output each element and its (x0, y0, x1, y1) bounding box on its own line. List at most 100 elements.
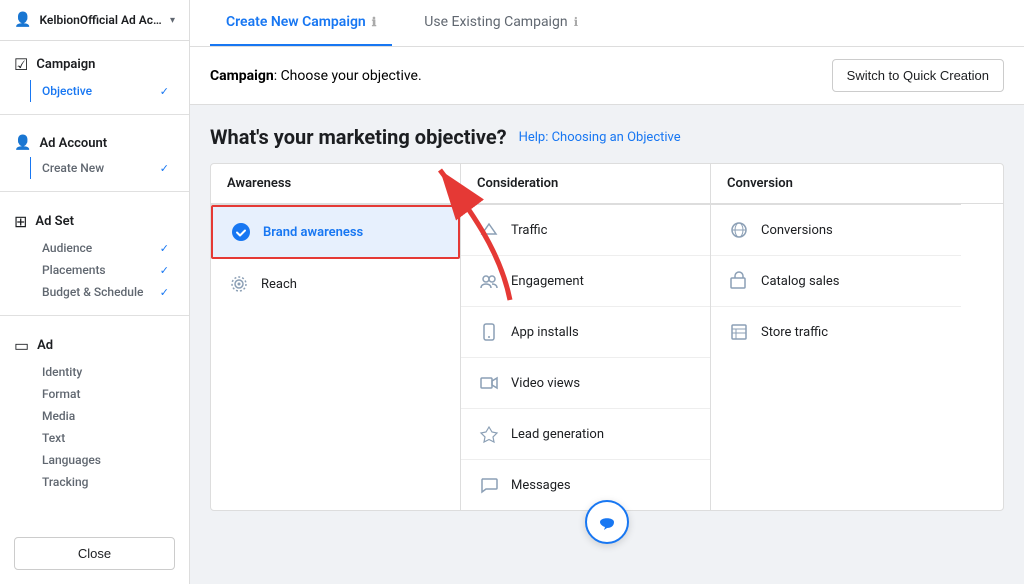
close-button[interactable]: Close (14, 537, 175, 570)
brand-awareness-item[interactable]: Brand awareness (211, 205, 460, 259)
traffic-item[interactable]: Traffic (461, 205, 710, 256)
section-header-campaign: ☑ Campaign (14, 55, 175, 74)
tabs-bar: Create New Campaign ℹ Use Existing Campa… (190, 0, 1024, 47)
engagement-icon (477, 269, 501, 293)
objective-section: What's your marketing objective? Help: C… (190, 105, 1024, 531)
conversions-label: Conversions (761, 223, 833, 238)
sidebar: 👤 KelbionOfficial Ad Account... ▾ ☑ Camp… (0, 0, 190, 584)
lead-gen-label: Lead generation (511, 427, 604, 442)
help-link[interactable]: Help: Choosing an Objective (519, 130, 681, 145)
sidebar-section-campaign: ☑ Campaign Objective ✓ (0, 41, 189, 108)
check-icon: ✓ (160, 85, 169, 98)
budget-label: Budget & Schedule (42, 285, 143, 299)
objectives-header-row: Awareness Consideration Conversion (211, 164, 1003, 204)
reach-icon (227, 272, 251, 296)
reach-item[interactable]: Reach (211, 259, 460, 309)
account-icon: 👤 (14, 12, 31, 28)
tab-use-existing-label: Use Existing Campaign (424, 14, 567, 30)
store-traffic-item[interactable]: Store traffic (711, 307, 961, 357)
awareness-col: Brand awareness Rea (211, 204, 461, 510)
check-icon-5: ✓ (160, 286, 169, 299)
tab-use-existing[interactable]: Use Existing Campaign ℹ (408, 0, 594, 46)
traffic-icon (477, 218, 501, 242)
objective-section-title: What's your marketing objective? Help: C… (210, 125, 1004, 149)
engagement-label: Engagement (511, 274, 584, 289)
tab-create-new-info: ℹ (372, 15, 377, 29)
objectives-table: Awareness Consideration Conversion (210, 163, 1004, 511)
identity-label: Identity (42, 365, 82, 379)
conversions-icon (727, 218, 751, 242)
header-awareness: Awareness (211, 164, 461, 203)
sidebar-item-audience[interactable]: Audience ✓ (14, 237, 175, 259)
sidebar-item-create-new-account[interactable]: Create New ✓ (14, 157, 175, 179)
store-traffic-label: Store traffic (761, 325, 828, 340)
main-content: Create New Campaign ℹ Use Existing Campa… (190, 0, 1024, 584)
catalog-sales-item[interactable]: Catalog sales (711, 256, 961, 307)
tab-use-existing-info: ℹ (574, 15, 579, 29)
banner-label: Campaign (210, 68, 274, 84)
account-selector[interactable]: 👤 KelbionOfficial Ad Account... ▾ (0, 0, 189, 41)
section-header-ad-account: 👤 Ad Account (14, 135, 175, 151)
divider-2 (0, 191, 189, 192)
header-consideration: Consideration (461, 164, 711, 203)
sidebar-item-placements[interactable]: Placements ✓ (14, 259, 175, 281)
create-new-label: Create New (42, 161, 104, 175)
tab-create-new[interactable]: Create New Campaign ℹ (210, 0, 392, 46)
sidebar-section-ad-set: ⊞ Ad Set Audience ✓ Placements ✓ Budget … (0, 198, 189, 309)
video-views-icon (477, 371, 501, 395)
sidebar-item-tracking[interactable]: Tracking (14, 471, 175, 493)
messages-icon (477, 473, 501, 497)
text-label: Text (42, 431, 65, 445)
ad-title: Ad (37, 338, 53, 353)
sidebar-item-text[interactable]: Text (14, 427, 175, 449)
conversion-col: Conversions Catalog sales (711, 204, 961, 510)
check-icon-2: ✓ (160, 162, 169, 175)
campaign-title: Campaign (36, 57, 95, 72)
consideration-col: Traffic (461, 204, 711, 510)
brand-awareness-icon (229, 220, 253, 244)
catalog-sales-icon (727, 269, 751, 293)
quick-creation-button[interactable]: Switch to Quick Creation (832, 59, 1004, 92)
check-icon-4: ✓ (160, 264, 169, 277)
sidebar-item-identity[interactable]: Identity (14, 361, 175, 383)
store-traffic-icon (727, 320, 751, 344)
header-conversion: Conversion (711, 164, 961, 203)
ad-set-icon: ⊞ (14, 212, 27, 231)
languages-label: Languages (42, 453, 101, 467)
objective-title-text: What's your marketing objective? (210, 125, 507, 149)
tab-create-new-label: Create New Campaign (226, 14, 366, 30)
video-views-label: Video views (511, 376, 580, 391)
app-installs-item[interactable]: App installs (461, 307, 710, 358)
section-header-ad: ▭ Ad (14, 336, 175, 355)
sidebar-item-media[interactable]: Media (14, 405, 175, 427)
placements-label: Placements (42, 263, 106, 277)
sidebar-section-ad: ▭ Ad Identity Format Media Text Language… (0, 322, 189, 499)
engagement-item[interactable]: Engagement (461, 256, 710, 307)
sidebar-item-format[interactable]: Format (14, 383, 175, 405)
account-name: KelbionOfficial Ad Account... (39, 13, 162, 27)
video-views-item[interactable]: Video views (461, 358, 710, 409)
float-action-button[interactable] (585, 500, 629, 544)
ad-icon: ▭ (14, 336, 29, 355)
app-installs-icon (477, 320, 501, 344)
main-wrapper: Create New Campaign ℹ Use Existing Campa… (190, 0, 1024, 584)
sidebar-item-budget-schedule[interactable]: Budget & Schedule ✓ (14, 281, 175, 303)
sidebar-item-languages[interactable]: Languages (14, 449, 175, 471)
format-label: Format (42, 387, 80, 401)
chevron-down-icon: ▾ (170, 15, 175, 26)
messages-label: Messages (511, 478, 571, 493)
lead-gen-item[interactable]: Lead generation (461, 409, 710, 460)
objective-label: Objective (42, 84, 92, 98)
ad-account-icon: 👤 (14, 135, 31, 151)
conversions-item[interactable]: Conversions (711, 205, 961, 256)
objective-banner: Campaign: Choose your objective. Switch … (190, 47, 1024, 105)
messages-item[interactable]: Messages (461, 460, 710, 510)
media-label: Media (42, 409, 75, 423)
item-line-2 (30, 157, 31, 179)
sidebar-item-objective[interactable]: Objective ✓ (14, 80, 175, 102)
divider-3 (0, 315, 189, 316)
ad-account-title: Ad Account (39, 136, 107, 151)
ad-set-title: Ad Set (35, 214, 74, 229)
catalog-sales-label: Catalog sales (761, 274, 840, 289)
section-header-ad-set: ⊞ Ad Set (14, 212, 175, 231)
